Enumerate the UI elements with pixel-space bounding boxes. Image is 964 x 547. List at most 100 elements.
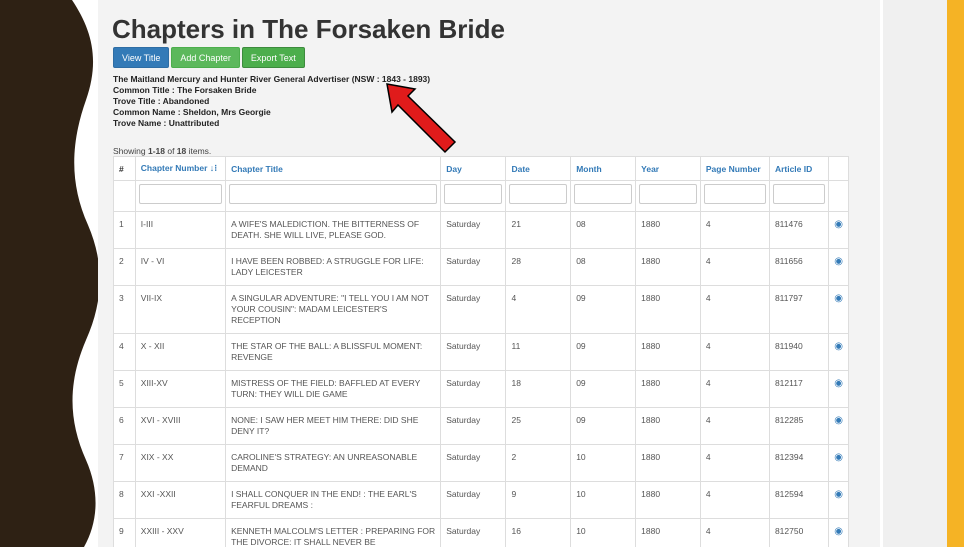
month: 10 xyxy=(570,518,637,547)
article-id: 811476 xyxy=(768,211,830,249)
filter-row xyxy=(113,180,849,212)
page-number: 4 xyxy=(699,211,770,249)
date: 11 xyxy=(505,333,572,371)
table-row: 1 I-III A WIFE'S MALEDICTION. THE BITTER… xyxy=(113,211,849,249)
day: Saturday xyxy=(440,444,507,482)
chapter-title-link[interactable]: A WIFE'S MALEDICTION. THE BITTERNESS OF … xyxy=(225,211,442,249)
view-cell: ◉ xyxy=(828,444,849,482)
right-margin xyxy=(883,0,947,547)
chapter-number-filter-input[interactable] xyxy=(138,184,223,204)
filter-cell xyxy=(768,180,830,212)
day: Saturday xyxy=(440,248,507,286)
chapter-title-link[interactable]: I SHALL CONQUER IN THE END! : THE EARL'S… xyxy=(225,481,442,519)
col-year-header[interactable]: Year xyxy=(635,156,701,181)
add-chapter-button[interactable]: Add Chapter xyxy=(171,47,240,68)
col-actions-header xyxy=(828,156,849,181)
page-number: 4 xyxy=(699,370,770,408)
month: 08 xyxy=(570,211,637,249)
table-row: 7 XIX - XX CAROLINE'S STRATEGY: AN UNREA… xyxy=(113,444,849,482)
col-page-number-header[interactable]: Page Number xyxy=(699,156,770,181)
col-chapter-title-header[interactable]: Chapter Title xyxy=(225,156,442,181)
chapter-number-label[interactable]: Chapter Number xyxy=(141,163,208,173)
filter-cell-empty xyxy=(828,180,849,212)
row-index: 7 xyxy=(113,444,136,482)
view-cell: ◉ xyxy=(828,285,849,334)
filter-cell xyxy=(635,180,701,212)
day: Saturday xyxy=(440,481,507,519)
year-filter-input[interactable] xyxy=(639,184,697,204)
eye-icon[interactable]: ◉ xyxy=(834,293,843,304)
chapter-number: XIX - XX xyxy=(134,444,227,482)
date: 2 xyxy=(505,444,572,482)
chapter-title-link[interactable]: KENNETH MALCOLM'S LETTER : PREPARING FOR… xyxy=(225,518,442,547)
sort-icon[interactable]: ↓⁝ xyxy=(210,163,217,173)
red-arrow-icon xyxy=(386,83,457,154)
article-id: 812117 xyxy=(768,370,830,408)
date: 9 xyxy=(505,481,572,519)
view-cell: ◉ xyxy=(828,333,849,371)
col-date-header[interactable]: Date xyxy=(505,156,572,181)
newspaper-name: The Maitland Mercury and Hunter River Ge… xyxy=(113,74,431,84)
month: 09 xyxy=(570,333,637,371)
title-metadata: The Maitland Mercury and Hunter River Ge… xyxy=(113,74,430,129)
export-text-button[interactable]: Export Text xyxy=(241,47,305,68)
page-number: 4 xyxy=(699,481,770,519)
col-chapter-number-header[interactable]: Chapter Number ↓⁝ xyxy=(134,156,227,181)
eye-icon[interactable]: ◉ xyxy=(834,219,843,230)
col-day-header[interactable]: Day xyxy=(440,156,507,181)
filter-cell xyxy=(440,180,507,212)
chapter-title-link[interactable]: THE STAR OF THE BALL: A BLISSFUL MOMENT:… xyxy=(225,333,442,371)
date: 4 xyxy=(505,285,572,334)
col-article-id-header[interactable]: Article ID xyxy=(768,156,830,181)
row-index: 9 xyxy=(113,518,136,547)
date: 16 xyxy=(505,518,572,547)
day: Saturday xyxy=(440,370,507,408)
article-id: 812285 xyxy=(768,407,830,445)
year: 1880 xyxy=(635,444,701,482)
month: 10 xyxy=(570,444,637,482)
eye-icon[interactable]: ◉ xyxy=(834,378,843,389)
eye-icon[interactable]: ◉ xyxy=(834,341,843,352)
table-row: 9 XXIII - XXV KENNETH MALCOLM'S LETTER :… xyxy=(113,518,849,547)
year: 1880 xyxy=(635,248,701,286)
row-index: 6 xyxy=(113,407,136,445)
year: 1880 xyxy=(635,370,701,408)
chapter-title-link[interactable]: NONE: I SAW HER MEET HIM THERE: DID SHE … xyxy=(225,407,442,445)
article-id: 812750 xyxy=(768,518,830,547)
chapter-title-link[interactable]: MISTRESS OF THE FIELD: BAFFLED AT EVERY … xyxy=(225,370,442,408)
right-accent-band xyxy=(947,0,964,547)
eye-icon[interactable]: ◉ xyxy=(834,256,843,267)
summary-range: 1-18 xyxy=(147,146,165,156)
trove-name: Trove Name : Unattributed xyxy=(113,118,220,128)
eye-icon[interactable]: ◉ xyxy=(834,415,843,426)
chapter-number: I-III xyxy=(134,211,227,249)
chapter-title-filter-input[interactable] xyxy=(229,184,438,204)
article-id-filter-input[interactable] xyxy=(772,184,826,204)
eye-icon[interactable]: ◉ xyxy=(834,489,843,500)
year: 1880 xyxy=(635,285,701,334)
year: 1880 xyxy=(635,333,701,371)
filter-cell xyxy=(505,180,572,212)
summary-total: 18 xyxy=(176,146,187,156)
trove-title: Trove Title : Abandoned xyxy=(113,96,210,106)
month: 10 xyxy=(570,481,637,519)
date-filter-input[interactable] xyxy=(509,184,568,204)
chapter-title-link[interactable]: A SINGULAR ADVENTURE: "I TELL YOU I AM N… xyxy=(225,285,442,334)
page-number-filter-input[interactable] xyxy=(703,184,766,204)
month: 09 xyxy=(570,285,637,334)
view-title-button[interactable]: View Title xyxy=(113,47,170,68)
chapter-title-link[interactable]: CAROLINE'S STRATEGY: AN UNREASONABLE DEM… xyxy=(225,444,442,482)
toolbar: View Title Add Chapter Export Text xyxy=(113,47,305,68)
view-cell: ◉ xyxy=(828,370,849,408)
day-filter-input[interactable] xyxy=(444,184,503,204)
month: 09 xyxy=(570,370,637,408)
chapter-number: XXI -XXII xyxy=(134,481,227,519)
table-body: 1 I-III A WIFE'S MALEDICTION. THE BITTER… xyxy=(113,211,849,547)
page-title: Chapters in The Forsaken Bride xyxy=(112,14,505,44)
chapter-title-link[interactable]: I HAVE BEEN ROBBED: A STRUGGLE FOR LIFE:… xyxy=(225,248,442,286)
filter-cell-empty xyxy=(113,180,136,212)
col-month-header[interactable]: Month xyxy=(570,156,637,181)
eye-icon[interactable]: ◉ xyxy=(834,452,843,463)
eye-icon[interactable]: ◉ xyxy=(834,526,843,537)
month-filter-input[interactable] xyxy=(574,184,633,204)
